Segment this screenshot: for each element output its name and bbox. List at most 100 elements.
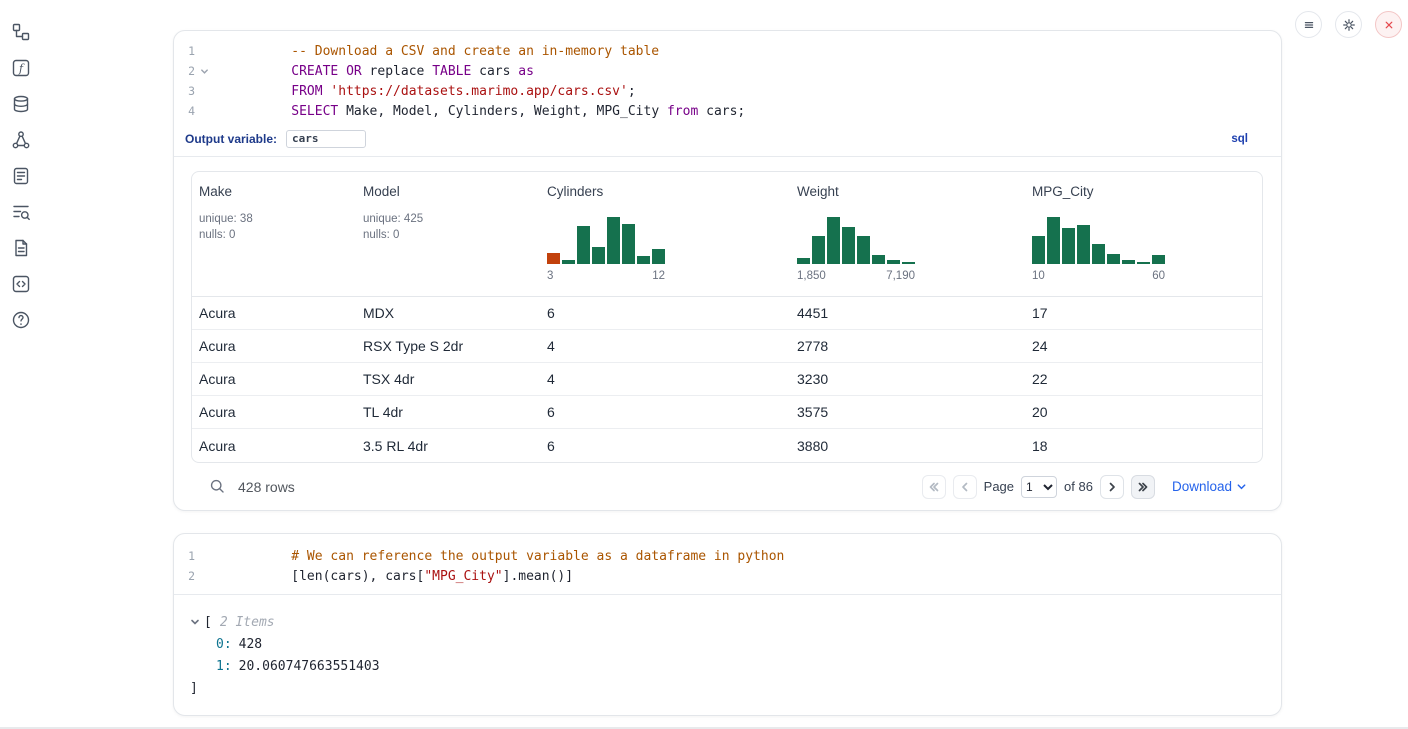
table-row[interactable]: Acura TSX 4dr 4 3230 22: [192, 363, 1262, 396]
search-button[interactable]: [205, 475, 229, 499]
cell-make: Acura: [192, 305, 356, 321]
histogram-bar[interactable]: [562, 260, 575, 264]
sidebar-item-datasources[interactable]: [11, 94, 31, 114]
tree-root-line: [ 2 Items: [190, 611, 1265, 633]
settings-button[interactable]: [1335, 11, 1362, 38]
cell-model: MDX: [356, 305, 540, 321]
last-page-button[interactable]: [1131, 475, 1155, 499]
first-page-button[interactable]: [922, 475, 946, 499]
next-page-button[interactable]: [1100, 475, 1124, 499]
column-header-model[interactable]: Model unique: 425 nulls: 0: [356, 184, 540, 284]
histogram-bar[interactable]: [872, 255, 885, 264]
close-icon: [1381, 17, 1397, 33]
histogram-bar[interactable]: [812, 236, 825, 264]
cell-output: Make unique: 38 nulls: 0 Model unique: 4…: [174, 157, 1281, 510]
column-header-cylinders[interactable]: Cylinders 3 12: [540, 184, 790, 284]
histogram-bar[interactable]: [622, 224, 635, 264]
histogram-bar[interactable]: [547, 253, 560, 264]
histogram-bar[interactable]: [1137, 262, 1150, 264]
collapse-toggle[interactable]: [190, 617, 202, 627]
cell-mpg-city: 17: [1025, 305, 1262, 321]
histogram-bar[interactable]: [1152, 255, 1165, 264]
prev-page-button[interactable]: [953, 475, 977, 499]
row-count: 428 rows: [238, 479, 295, 495]
sidebar-item-dependencies[interactable]: [11, 130, 31, 150]
sidebar-item-logs[interactable]: [11, 202, 31, 222]
sidebar-item-scratchpad[interactable]: [11, 166, 31, 186]
cell-cylinders: 4: [540, 338, 790, 354]
entry-key: 0: [216, 637, 224, 652]
histogram-bar[interactable]: [842, 227, 855, 264]
cell-cylinders: 4: [540, 371, 790, 387]
line-number: 3: [181, 84, 195, 98]
column-header-make[interactable]: Make unique: 38 nulls: 0: [192, 184, 356, 284]
table-row[interactable]: Acura 3.5 RL 4dr 6 3880 18: [192, 429, 1262, 462]
code-token: cars;: [698, 104, 745, 119]
histogram-bar[interactable]: [577, 226, 590, 264]
sidebar-item-documentation[interactable]: [11, 238, 31, 258]
page-total-label: of 86: [1064, 479, 1093, 494]
code-line[interactable]: 4 SELECT Make, Model, Cylinders, Weight,…: [174, 101, 1281, 121]
histogram-bar[interactable]: [607, 217, 620, 264]
histogram-bar[interactable]: [902, 262, 915, 264]
fold-toggle[interactable]: [195, 67, 213, 76]
histogram-bar[interactable]: [652, 249, 665, 264]
language-badge[interactable]: sql: [1231, 133, 1248, 145]
menu-button[interactable]: [1295, 11, 1322, 38]
tree-close-line: ]: [190, 677, 1265, 699]
histogram-bar[interactable]: [887, 260, 900, 264]
histogram-bar[interactable]: [1122, 260, 1135, 264]
cell-mpg-city: 18: [1025, 438, 1262, 454]
stat-unique: unique: 425: [363, 211, 533, 227]
histogram-bars[interactable]: [547, 209, 665, 264]
chevron-down-icon: [190, 617, 200, 627]
page-select[interactable]: 1: [1021, 476, 1057, 498]
histogram-bar[interactable]: [1032, 236, 1045, 264]
axis-max: 7,190: [886, 270, 915, 282]
histogram-bar[interactable]: [1047, 217, 1060, 264]
help-icon: [11, 310, 31, 330]
histogram-bar[interactable]: [637, 256, 650, 264]
cylinders-histogram: 3 12: [547, 209, 665, 282]
table-row[interactable]: Acura MDX 6 4451 17: [192, 297, 1262, 330]
shutdown-button[interactable]: [1375, 11, 1402, 38]
cell-make: Acura: [192, 404, 356, 420]
histogram-bar[interactable]: [797, 258, 810, 264]
histogram-bar[interactable]: [857, 236, 870, 264]
table-row[interactable]: Acura RSX Type S 2dr 4 2778 24: [192, 330, 1262, 363]
entry-value: 428: [239, 637, 262, 652]
column-header-mpg-city[interactable]: MPG_City 10 60: [1025, 184, 1262, 284]
histogram-bar[interactable]: [592, 247, 605, 264]
output-variable-input[interactable]: [286, 130, 366, 148]
sidebar-item-snippets[interactable]: [11, 274, 31, 294]
cell-cylinders: 6: [540, 404, 790, 420]
sidebar-item-help[interactable]: [11, 310, 31, 330]
histogram-bar[interactable]: [1062, 228, 1075, 264]
tree-entry: 0:428: [190, 633, 1265, 655]
code-editor[interactable]: 1 -- Download a CSV and create an in-mem…: [174, 31, 1281, 121]
histogram-bar[interactable]: [1092, 244, 1105, 264]
page-label: Page: [984, 479, 1014, 494]
table-row[interactable]: Acura TL 4dr 6 3575 20: [192, 396, 1262, 429]
function-icon: f: [11, 58, 31, 78]
download-button[interactable]: Download: [1172, 479, 1247, 494]
column-header-weight[interactable]: Weight 1,850 7,190: [790, 184, 1025, 284]
column-stats: unique: 38 nulls: 0: [199, 211, 349, 243]
histogram-bars[interactable]: [1032, 209, 1165, 264]
histogram-bars[interactable]: [797, 209, 915, 264]
code-token: Make, Model, Cylinders, Weight, MPG_City: [338, 104, 667, 119]
stat-nulls: nulls: 0: [199, 227, 349, 243]
sidebar-item-file-explorer[interactable]: [11, 22, 31, 42]
column-stats: unique: 425 nulls: 0: [363, 211, 533, 243]
cell-weight: 4451: [790, 305, 1025, 321]
code-token: ].mean()]: [503, 569, 573, 584]
histogram-bar[interactable]: [827, 217, 840, 264]
code-token: SELECT: [291, 104, 338, 119]
cell-weight: 3880: [790, 438, 1025, 454]
cell-make: Acura: [192, 371, 356, 387]
code-editor[interactable]: 1 # We can reference the output variable…: [174, 534, 1281, 595]
sidebar-item-variables[interactable]: f: [11, 58, 31, 78]
line-number: 1: [181, 549, 195, 563]
histogram-bar[interactable]: [1077, 225, 1090, 264]
histogram-bar[interactable]: [1107, 254, 1120, 264]
